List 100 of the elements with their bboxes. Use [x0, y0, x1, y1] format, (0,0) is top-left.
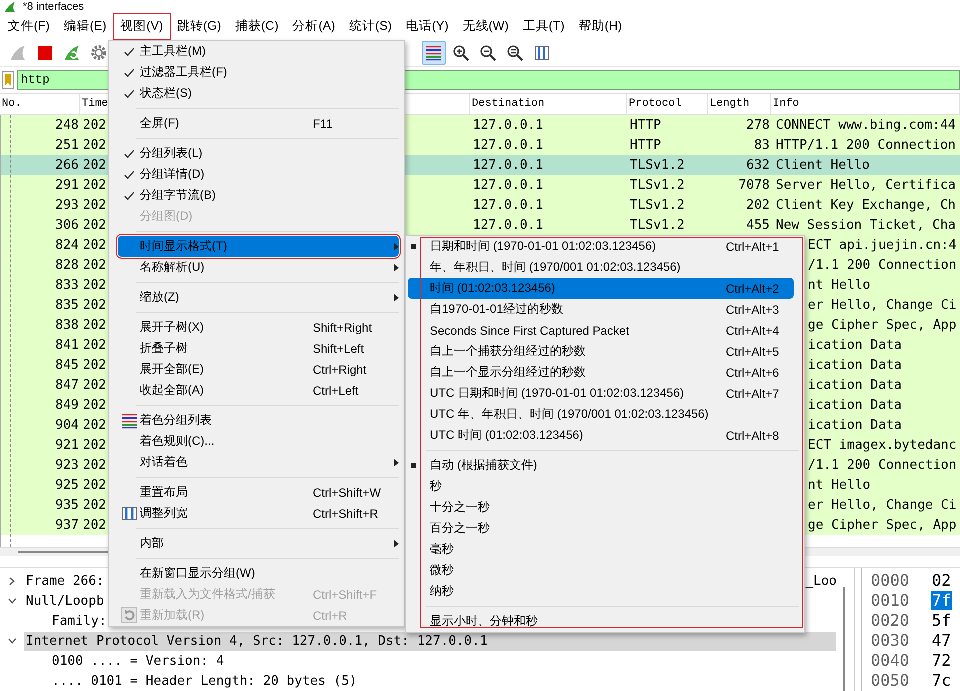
- menu-item[interactable]: 展开子树(X) Shift+Right: [118, 317, 399, 338]
- menubar-item[interactable]: 统计(S): [342, 14, 400, 39]
- table-cell-text: 127.0.0.1: [472, 118, 544, 132]
- menu-item[interactable]: UTC 时间 (01:02:03.123456) Ctrl+Alt+8: [408, 425, 794, 446]
- table-cell-text: 937: [54, 518, 80, 532]
- table-cell-text: 278: [746, 118, 771, 132]
- menu-item[interactable]: 内部: [118, 533, 399, 554]
- bullet-icon: [411, 244, 416, 249]
- menu-item[interactable]: 自1970-01-01经过的秒数 Ctrl+Alt+3: [408, 299, 794, 320]
- menu-item[interactable]: 日期和时间 (1970-01-01 01:02:03.123456) Ctrl+Alt+1: [408, 236, 794, 257]
- menu-item[interactable]: 时间 (01:02:03.123456) Ctrl+Alt+2: [408, 278, 794, 299]
- menubar-item[interactable]: 编辑(E): [56, 14, 114, 39]
- checkmark-icon: [124, 68, 134, 78]
- table-cell-text: 127.0.0.1: [472, 178, 544, 192]
- tree-item[interactable]: 0100 .... = Version: 4: [50, 652, 226, 670]
- table-cell-text: 838: [54, 318, 80, 332]
- table-cell-text: 632: [746, 158, 771, 172]
- table-cell-text: 306: [54, 218, 80, 232]
- table-cell-text: TLSv1.2: [629, 198, 686, 212]
- table-cell-text: 127.0.0.1: [472, 218, 544, 232]
- tree-item[interactable]: Frame 266:: [24, 572, 106, 590]
- table-cell-text: HTTP: [629, 118, 662, 132]
- tree-item[interactable]: Family:: [50, 612, 109, 630]
- colorize-button[interactable]: [422, 41, 446, 65]
- table-cell-text: 925: [54, 478, 80, 492]
- menubar-item[interactable]: 文件(F): [1, 14, 57, 39]
- column-header[interactable]: Length: [708, 94, 771, 114]
- colored-lines-icon: [120, 412, 138, 429]
- hex-byte[interactable]: 47: [931, 630, 952, 650]
- menu-item[interactable]: 微秒: [408, 560, 794, 581]
- colored-lines-icon: [425, 44, 443, 62]
- tree-item[interactable]: Internet Protocol Version 4, Src: 127.0.0.1, Dst: 127.0.0.1: [24, 632, 836, 650]
- menubar-item[interactable]: 分析(A): [286, 14, 342, 39]
- menu-item[interactable]: 自动 (根据捕获文件): [408, 455, 794, 476]
- menu-item[interactable]: 毫秒: [408, 539, 794, 560]
- menu-item[interactable]: 着色规则(C)...: [118, 431, 399, 452]
- table-cell-text: 828: [54, 258, 80, 272]
- menubar-item[interactable]: 视图(V): [114, 14, 170, 39]
- table-cell-text: Client Key Exchange, Ch: [775, 198, 958, 212]
- submenu-arrow-icon: [394, 242, 398, 250]
- stop-icon: [36, 44, 54, 62]
- table-cell-text: 202: [82, 398, 108, 412]
- table-cell-text: TLSv1.2: [629, 158, 686, 172]
- table-cell-text: 904: [54, 418, 80, 432]
- shark-fin-icon: [4, 0, 16, 12]
- menu-item[interactable]: 显示小时、分钟和秒: [408, 611, 794, 632]
- table-cell-text: 202: [82, 498, 108, 512]
- menu-item[interactable]: Seconds Since First Captured Packet Ctrl+Alt+4: [408, 320, 794, 341]
- table-cell-text: CONNECT www.bing.com:44: [775, 118, 958, 132]
- menubar-item[interactable]: 无线(W): [456, 14, 516, 39]
- menubar-item[interactable]: 工具(T): [516, 14, 572, 39]
- menu-item[interactable]: 展开全部(E) Ctrl+Right: [118, 359, 399, 380]
- hex-byte[interactable]: 7f: [931, 590, 952, 610]
- menu-item[interactable]: 自上一个显示分组经过的秒数 Ctrl+Alt+6: [408, 362, 794, 383]
- hex-byte[interactable]: 7c: [931, 670, 952, 690]
- menu-item[interactable]: UTC 日期和时间 (1970-01-01 01:02:03.123456) Ctrl+Alt+7: [408, 383, 794, 404]
- menu-item[interactable]: 着色分组列表: [118, 410, 399, 431]
- menu-item[interactable]: 自上一个捕获分组经过的秒数 Ctrl+Alt+5: [408, 341, 794, 362]
- menu-item[interactable]: 十分之一秒: [408, 497, 794, 518]
- menu-item[interactable]: 缩放(Z): [118, 287, 399, 308]
- table-cell-text: ication Data: [807, 358, 903, 372]
- checkmark-icon: [124, 88, 134, 98]
- menu-item[interactable]: 秒: [408, 476, 794, 497]
- menu-item[interactable]: 对话着色: [118, 452, 399, 473]
- menubar-item[interactable]: 电话(Y): [399, 14, 456, 39]
- menu-item[interactable]: 纳秒: [408, 581, 794, 602]
- menu-item[interactable]: 全屏(F) F11: [118, 113, 399, 134]
- table-cell-text: 127.0.0.1: [472, 138, 544, 152]
- column-header[interactable]: Destination: [470, 94, 627, 114]
- table-cell-text: 202: [82, 418, 108, 432]
- table-cell-text: New Session Ticket, Cha: [775, 218, 958, 232]
- menubar-item[interactable]: 跳转(G): [170, 14, 228, 39]
- column-header[interactable]: Protocol: [627, 94, 708, 114]
- menubar-item[interactable]: 捕获(C): [228, 14, 286, 39]
- menu-item[interactable]: 在新窗口显示分组(W): [118, 563, 399, 584]
- menu-item[interactable]: 折叠子树 Shift+Left: [118, 338, 399, 359]
- menu-item[interactable]: 主工具栏(M): [118, 41, 399, 62]
- column-header[interactable]: Info: [771, 94, 960, 114]
- menu-item[interactable]: UTC 年、年积日、时间 (1970/001 01:02:03.123456): [408, 404, 794, 425]
- offset-label: 0050: [871, 670, 911, 690]
- hex-byte[interactable]: 72: [931, 650, 952, 670]
- table-cell-text: 202: [82, 518, 108, 532]
- menu-item[interactable]: 时间显示格式(T): [118, 236, 399, 257]
- tree-item[interactable]: .... 0101 = Header Length: 20 bytes (5): [50, 672, 360, 690]
- table-cell-text: 202: [82, 378, 108, 392]
- menu-item[interactable]: 百分之一秒: [408, 518, 794, 539]
- table-cell-text: 291: [54, 178, 80, 192]
- table-cell-text: 202: [82, 158, 108, 172]
- hex-byte[interactable]: 02: [931, 570, 952, 590]
- bookmark-icon[interactable]: [2, 71, 14, 89]
- menu-item[interactable]: 调整列宽 Ctrl+Shift+R: [118, 503, 399, 524]
- menu-item[interactable]: 重置布局 Ctrl+Shift+W: [118, 482, 399, 503]
- table-cell-text: 847: [54, 378, 80, 392]
- tree-item[interactable]: Null/Loopb: [24, 592, 106, 610]
- hex-byte[interactable]: 5f: [931, 610, 952, 630]
- menu-item[interactable]: 收起全部(A) Ctrl+Left: [118, 380, 399, 401]
- menu-item[interactable]: 名称解析(U): [118, 257, 399, 278]
- column-header[interactable]: No.: [0, 94, 80, 114]
- menubar-item[interactable]: 帮助(H): [572, 14, 630, 39]
- menu-item[interactable]: 年、年积日、时间 (1970/001 01:02:03.123456): [408, 257, 794, 278]
